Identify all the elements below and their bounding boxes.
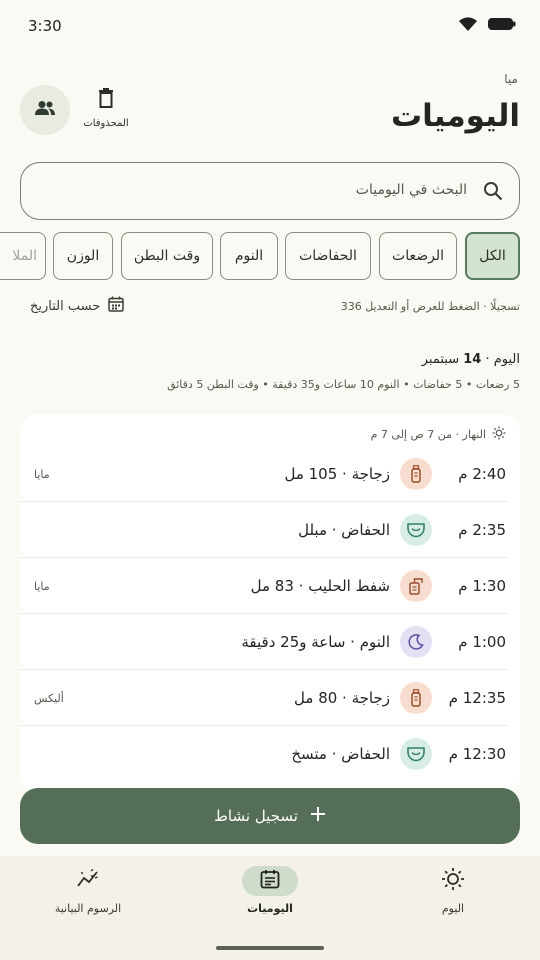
- header: ميا اليوميات المحذوفات: [0, 60, 540, 150]
- moon-icon: [400, 626, 432, 658]
- sun-small-icon: [492, 426, 506, 443]
- chip-all[interactable]: الكل: [465, 232, 520, 280]
- search-input[interactable]: البحث في اليوميات: [20, 162, 520, 220]
- chip-weight[interactable]: الوزن: [53, 232, 113, 280]
- chart-icon: [76, 868, 100, 893]
- journal-entry[interactable]: 2:40 م زجاجة · 105 مل مايا: [20, 446, 520, 502]
- entry-owner: أليكس: [34, 692, 64, 705]
- pump-icon: [400, 570, 432, 602]
- entries-count: 336 تسجيلًا · الضغط للعرض أو التعديل: [340, 300, 520, 313]
- journal-icon: [260, 869, 280, 893]
- entry-text: زجاجة · 105 مل: [284, 465, 390, 483]
- entry-owner: مايا: [34, 580, 50, 593]
- entry-text: الحفاض · متسخ: [291, 745, 390, 763]
- journal-entry[interactable]: 1:30 م شفط الحليب · 83 مل مايا: [20, 558, 520, 614]
- day-summary: 5 رضعات • 5 حفاضات • النوم 10 ساعات و35 …: [167, 378, 520, 391]
- entry-time: 2:40 م: [458, 465, 506, 483]
- journal-entry[interactable]: 12:30 م الحفاض · متسخ: [20, 726, 520, 782]
- plus-icon: [310, 806, 326, 826]
- filter-chips: الكل الرضعات الحفاضات النوم وقت البطن ال…: [0, 232, 540, 280]
- chip-notes[interactable]: الملا: [0, 232, 46, 280]
- journal-entry[interactable]: 2:35 م الحفاض · مبلل: [20, 502, 520, 558]
- period-label: النهار · من 7 ص إلى 7 م: [370, 428, 486, 441]
- entry-time: 1:00 م: [458, 633, 506, 651]
- log-activity-label: تسجيل نشاط: [214, 807, 298, 825]
- chip-feedings[interactable]: الرضعات: [379, 232, 457, 280]
- trash-icon: [98, 88, 114, 112]
- day-month: سبتمبر: [421, 352, 460, 367]
- bottom-nav: الرسوم البيانية اليوميات اليوم: [0, 856, 540, 960]
- nav-item-journal[interactable]: اليوميات: [210, 866, 330, 915]
- entry-time: 1:30 م: [458, 577, 506, 595]
- profiles-button[interactable]: [20, 85, 70, 135]
- day-heading: اليوم · 14 سبتمبر: [421, 352, 520, 367]
- deleted-items-label: المحذوفات: [83, 118, 129, 129]
- log-activity-button[interactable]: تسجيل نشاط: [20, 788, 520, 844]
- period-header: النهار · من 7 ص إلى 7 م: [371, 426, 506, 443]
- status-time: 3:30: [28, 17, 62, 35]
- entry-text: شفط الحليب · 83 مل: [250, 577, 390, 595]
- entry-time: 12:35 م: [448, 689, 506, 707]
- chip-tummy-time[interactable]: وقت البطن: [121, 232, 213, 280]
- chip-diapers[interactable]: الحفاضات: [285, 232, 371, 280]
- chip-sleep[interactable]: النوم: [220, 232, 278, 280]
- bottle-icon: [400, 458, 432, 490]
- entry-text: النوم · ساعة و25 دقيقة: [241, 633, 390, 651]
- nav-item-charts[interactable]: الرسوم البيانية: [28, 866, 148, 915]
- meta-row: 336 تسجيلًا · الضغط للعرض أو التعديل حسب…: [0, 296, 540, 320]
- entry-text: الحفاض · مبلل: [298, 521, 390, 539]
- status-icons: [458, 16, 516, 36]
- entry-owner: مايا: [34, 468, 50, 481]
- wifi-icon: [458, 16, 478, 36]
- nav-label-today: اليوم: [441, 902, 465, 915]
- diaper-icon: [400, 738, 432, 770]
- journal-entry[interactable]: 1:00 م النوم · ساعة و25 دقيقة: [20, 614, 520, 670]
- search-icon: [483, 181, 503, 205]
- nav-label-charts: الرسوم البيانية: [54, 902, 122, 915]
- entry-time: 2:35 م: [458, 521, 506, 539]
- bottle-icon: [400, 682, 432, 714]
- nav-icon-container: [60, 866, 116, 896]
- entry-text: زجاجة · 80 مل: [294, 689, 390, 707]
- day-label: اليوم: [493, 352, 520, 367]
- nav-icon-container: [425, 866, 481, 896]
- day-number: 14: [463, 352, 482, 367]
- day-entries-card: النهار · من 7 ص إلى 7 م 2:40 م زجاجة · 1…: [20, 414, 520, 794]
- search-placeholder: البحث في اليوميات: [355, 182, 467, 198]
- journal-entry[interactable]: 12:35 م زجاجة · 80 مل أليكس: [20, 670, 520, 726]
- status-bar: 3:30: [0, 0, 540, 52]
- nav-item-today[interactable]: اليوم: [393, 866, 513, 915]
- calendar-icon: [108, 296, 125, 316]
- nav-label-journal: اليوميات: [247, 902, 293, 915]
- home-indicator[interactable]: [216, 946, 324, 950]
- diaper-icon: [400, 514, 432, 546]
- sort-by-date-button[interactable]: حسب التاريخ: [30, 296, 125, 316]
- page-title: اليوميات: [391, 98, 520, 134]
- deleted-items-button[interactable]: المحذوفات: [78, 88, 134, 129]
- nav-icon-container: [242, 866, 298, 896]
- sort-label: حسب التاريخ: [30, 298, 101, 314]
- battery-icon: [488, 16, 516, 36]
- sun-icon: [441, 867, 465, 895]
- baby-name: ميا: [504, 72, 518, 86]
- people-icon: [34, 100, 56, 120]
- entry-time: 12:30 م: [448, 745, 506, 763]
